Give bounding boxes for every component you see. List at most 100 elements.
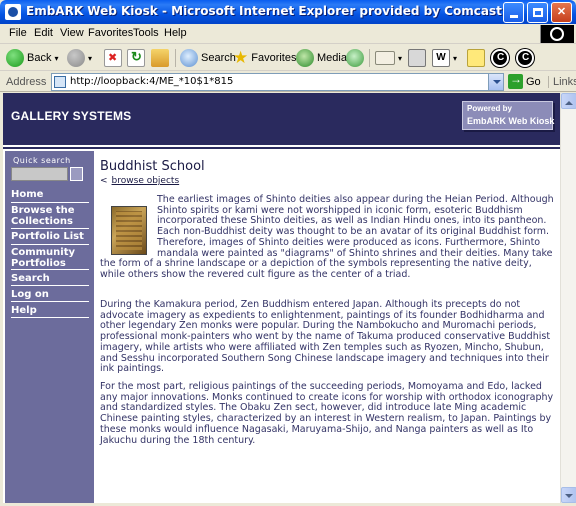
back-arrow-icon [6,49,24,67]
sidebar: Quick search Home Browse the Collections… [5,151,94,503]
sidebar-item-search[interactable]: Search [11,273,89,284]
address-dropdown-icon[interactable] [488,74,503,90]
scroll-down-arrow-icon[interactable] [561,487,576,503]
home-button[interactable] [151,48,169,68]
go-button[interactable]: Go [508,72,541,89]
menu-view[interactable]: View [60,27,84,39]
search-label: Search [201,52,236,64]
nav-separator [11,285,89,286]
links-button[interactable]: Links [548,76,576,88]
window-title: EmbARK Web Kiosk - Microsoft Internet Ex… [26,4,502,18]
stop-button[interactable] [104,48,122,68]
page-viewport: GALLERY SYSTEMS Powered by EmbARK Web Ki… [3,93,560,503]
refresh-icon [127,49,145,67]
comcast-alt-button[interactable] [516,48,534,68]
nav-separator [11,317,89,318]
comcast-button[interactable] [491,48,509,68]
browser-icon [5,4,21,20]
back-link-arrow: < [100,176,108,186]
toolbar: Back ▾ ▾ Search ★ Favorites Media ▾ W ▾ [0,45,576,71]
forward-dropdown-icon[interactable]: ▾ [88,54,92,63]
forward-arrow-icon [67,49,85,67]
maximize-button[interactable] [527,2,548,23]
scroll-up-arrow-icon[interactable] [561,93,576,109]
back-label: Back [27,52,52,64]
history-icon [346,49,364,67]
discuss-button[interactable] [467,48,485,68]
nav-separator [11,202,89,203]
page-title: Buddhist School [100,159,205,174]
print-button[interactable] [408,48,426,68]
minimize-icon [510,15,518,18]
favorites-label: Favorites [251,52,297,64]
comcast-icon [491,49,509,67]
site-header: GALLERY SYSTEMS Powered by EmbARK Web Ki… [3,93,560,145]
media-label: Media [317,52,347,64]
print-icon [408,49,426,67]
menu-favorites[interactable]: Favorites [88,27,133,39]
toolbar-separator [369,49,370,67]
comcast-logo [540,25,574,43]
media-button[interactable]: Media [296,48,347,68]
sidebar-item-log-on[interactable]: Log on [11,289,89,300]
page-icon [54,76,66,88]
menu-help[interactable]: Help [164,27,187,39]
favorites-button[interactable]: ★ Favorites [233,48,297,68]
star-icon: ★ [233,48,249,67]
sidebar-item-home[interactable]: Home [11,189,89,200]
edit-dropdown-icon[interactable]: ▾ [453,54,457,63]
home-icon [151,49,169,67]
nav-separator [11,228,89,229]
back-button[interactable]: Back ▾ [6,48,58,68]
sidebar-item-help[interactable]: Help [11,305,89,316]
back-link-text[interactable]: browse objects [112,176,180,186]
note-icon [467,49,485,67]
stop-icon [104,49,122,67]
address-label: Address [6,76,47,88]
nav-separator [11,301,89,302]
quick-search-go-button[interactable] [70,167,83,181]
go-arrow-icon [508,72,523,89]
search-button[interactable]: Search [180,48,236,68]
minimize-button[interactable] [503,2,524,23]
maximize-icon [533,8,543,17]
menu-file[interactable]: File [9,27,27,39]
menu-bar: File Edit View Favorites Tools Help [0,24,576,44]
edit-button[interactable]: W ▾ [432,48,457,68]
quick-search-label: Quick search [13,156,71,165]
sidebar-item-browse-collections[interactable]: Browse the Collections [11,205,89,227]
mail-button[interactable]: ▾ [375,48,402,68]
vertical-scrollbar[interactable] [560,93,576,503]
close-button[interactable]: ✕ [551,2,572,23]
history-button[interactable] [346,48,364,68]
sidebar-item-community-portfolios[interactable]: Community Portfolios [11,247,89,269]
nav-separator [11,244,89,245]
quick-search-input[interactable] [11,167,68,181]
forward-button[interactable]: ▾ [67,48,92,68]
back-link[interactable]: < browse objects [100,176,179,186]
menu-edit[interactable]: Edit [34,27,53,39]
back-dropdown-icon[interactable]: ▾ [54,54,58,63]
address-input[interactable]: http://loopback:4/ME_*10$1*815 [51,73,504,91]
title-bar: EmbARK Web Kiosk - Microsoft Internet Ex… [0,0,576,24]
powered-by-product: EmbARK Web Kiosk [467,116,555,126]
paragraph-1: The earliest images of Shinto deities al… [100,194,554,280]
mail-icon [375,51,395,65]
paragraph-2: During the Kamakura period, Zen Buddhism… [100,299,551,375]
paragraph-1-top: The earliest images of Shinto deities al… [100,194,555,281]
refresh-button[interactable] [127,48,145,68]
paragraph-3: For the most part, religious paintings o… [100,381,554,446]
mail-dropdown-icon[interactable]: ▾ [398,54,402,63]
site-name[interactable]: GALLERY SYSTEMS [11,109,131,123]
media-icon [296,49,314,67]
menu-tools[interactable]: Tools [133,27,159,39]
header-divider-dark [3,147,560,149]
sidebar-item-portfolio-list[interactable]: Portfolio List [11,231,89,242]
go-label: Go [526,75,541,88]
powered-by-badge[interactable]: Powered by EmbARK Web Kiosk [462,101,555,130]
word-icon: W [432,49,450,67]
address-url[interactable]: http://loopback:4/ME_*10$1*815 [70,76,233,87]
nav-separator [11,269,89,270]
powered-by-label: Powered by [467,104,512,113]
toolbar-separator [175,49,176,67]
